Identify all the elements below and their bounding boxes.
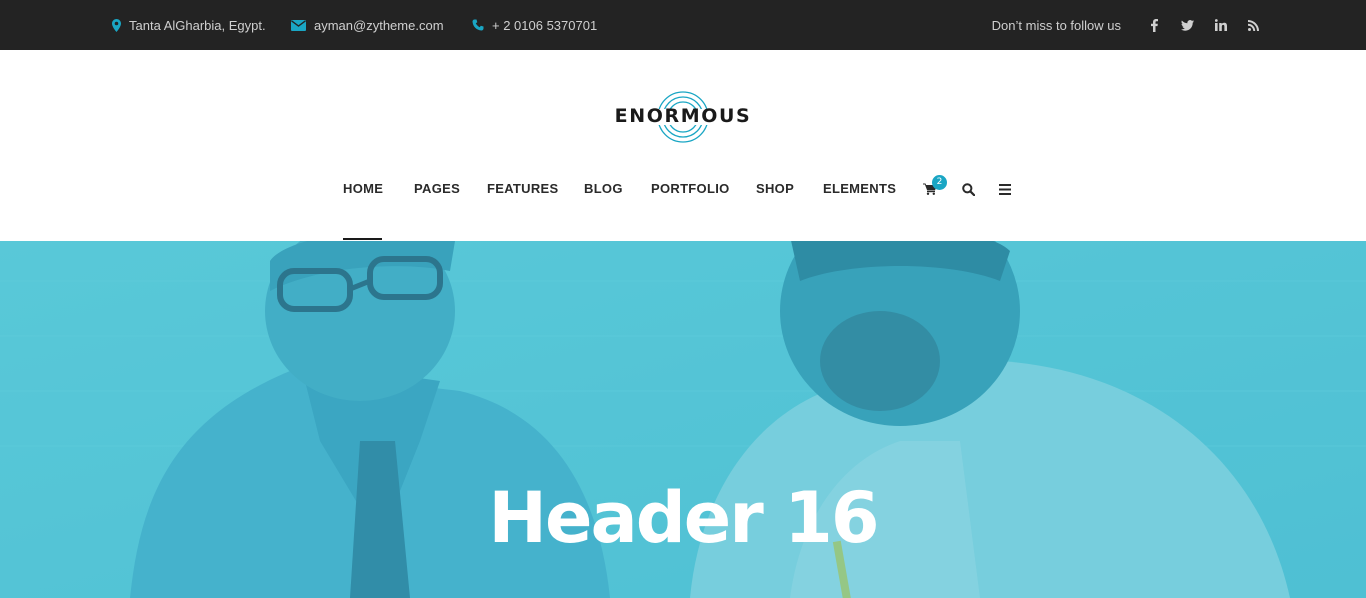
contact-phone[interactable]: + 2 0106 5370701 — [472, 0, 597, 50]
site-header: ENORMOUS HOME PAGES FEATURES BLOG PORTFO… — [0, 50, 1366, 241]
linkedin-icon[interactable] — [1204, 0, 1237, 50]
nav-item-shop[interactable]: SHOP — [756, 171, 794, 207]
map-marker-icon — [112, 18, 121, 32]
menu-icon[interactable] — [995, 179, 1015, 199]
logo[interactable]: ENORMOUS — [0, 88, 1366, 146]
top-bar: Tanta AlGharbia, Egypt. ayman@zytheme.co… — [0, 0, 1366, 50]
contact-location: Tanta AlGharbia, Egypt. — [112, 0, 266, 50]
nav-item-pages[interactable]: PAGES — [414, 171, 460, 207]
phone-icon — [472, 19, 484, 31]
location-text: Tanta AlGharbia, Egypt. — [129, 17, 266, 33]
envelope-icon — [291, 19, 306, 31]
facebook-icon[interactable] — [1138, 0, 1171, 50]
follow-text: Don’t miss to follow us — [991, 17, 1121, 33]
rss-icon[interactable] — [1237, 0, 1270, 50]
nav-item-portfolio[interactable]: PORTFOLIO — [651, 171, 730, 207]
nav-item-home[interactable]: HOME — [343, 171, 383, 207]
nav-item-elements[interactable]: ELEMENTS — [823, 171, 896, 207]
cart-count-badge: 2 — [932, 175, 947, 190]
twitter-icon[interactable] — [1171, 0, 1204, 50]
brand-name: ENORMOUS — [614, 105, 752, 127]
hero-title: Header 16 — [488, 477, 879, 559]
contact-email[interactable]: ayman@zytheme.com — [291, 0, 444, 50]
email-text: ayman@zytheme.com — [314, 17, 444, 33]
nav-item-blog[interactable]: BLOG — [584, 171, 623, 207]
main-nav: HOME PAGES FEATURES BLOG PORTFOLIO SHOP … — [0, 171, 1366, 240]
hero-banner: Header 16 — [0, 241, 1366, 598]
nav-item-features[interactable]: FEATURES — [487, 171, 559, 207]
phone-text: + 2 0106 5370701 — [492, 17, 598, 33]
search-icon[interactable] — [958, 179, 978, 199]
nav-active-indicator — [343, 238, 382, 240]
social-links — [1138, 0, 1270, 50]
